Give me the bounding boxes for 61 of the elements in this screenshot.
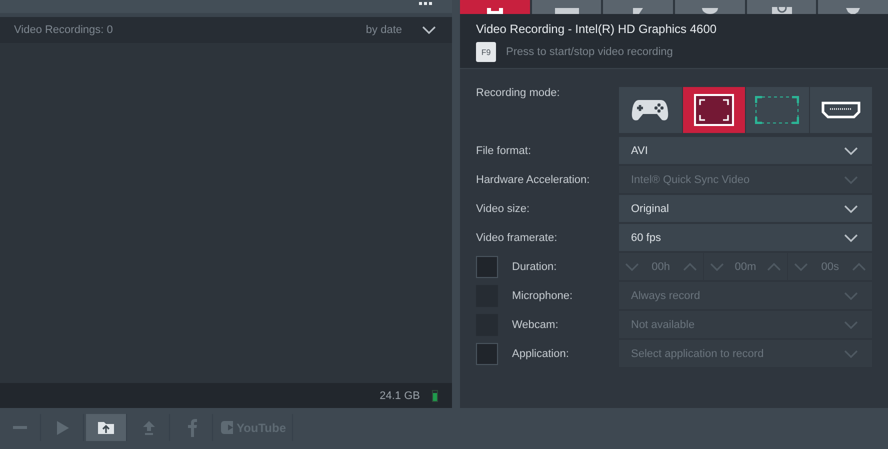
recordings-count: Video Recordings: 0	[14, 24, 113, 36]
chevron-down-icon	[844, 146, 858, 154]
facebook-icon	[188, 418, 196, 436]
option-dropdown[interactable]: Select application to record	[619, 340, 872, 367]
chevron-up-icon	[852, 262, 866, 270]
option-label: Webcam:	[512, 318, 560, 330]
option-label: Microphone:	[512, 290, 574, 302]
hotkey-key: F9	[476, 42, 496, 62]
chevron-down-icon	[844, 292, 858, 300]
checkbox[interactable]	[476, 342, 498, 364]
chevron-down-icon	[844, 176, 858, 184]
play-icon	[57, 420, 69, 434]
play-icon	[221, 421, 234, 434]
chevron-down-icon	[844, 204, 858, 212]
setting-dropdown[interactable]: 60 fps	[619, 224, 872, 251]
setting-label: Recording mode:	[476, 87, 561, 99]
storage-size: 24.1 GB	[380, 390, 420, 402]
checkbox[interactable]	[476, 256, 498, 278]
chevron-down-icon	[844, 320, 858, 328]
hdmi-port-icon	[820, 100, 861, 120]
option-label: Duration:	[512, 260, 558, 272]
chevron-down-icon	[844, 234, 858, 242]
chevron-down-icon	[844, 350, 858, 358]
live-tab[interactable]	[532, 0, 602, 14]
sort-dropdown[interactable]: by date	[366, 24, 436, 36]
upload-icon	[143, 420, 155, 434]
setting-dropdown[interactable]: AVI	[619, 137, 872, 164]
region-mode-button[interactable]	[746, 87, 808, 133]
folder-button[interactable]	[86, 414, 127, 441]
setting-label: File format:	[476, 144, 532, 156]
minus-icon	[13, 426, 27, 430]
film-tab[interactable]	[460, 0, 530, 14]
time-spinner[interactable]: 00h	[619, 253, 703, 280]
camera-tab[interactable]	[746, 0, 816, 14]
setting-label: Hardware Acceleration:	[476, 174, 591, 186]
gear-tab[interactable]	[818, 0, 888, 14]
folder-icon	[98, 421, 114, 434]
chevron-down-icon	[794, 262, 808, 270]
option-label: Application:	[512, 348, 570, 360]
setting-label: Video framerate:	[476, 232, 558, 244]
setting-label: Video size:	[476, 202, 531, 214]
fullscreen-mode-button[interactable]	[682, 87, 745, 133]
battery-icon	[432, 390, 438, 402]
chevron-down-icon	[710, 262, 724, 270]
chevron-up-icon	[767, 262, 782, 270]
hdmi-mode-button[interactable]	[810, 87, 872, 133]
clock-tab[interactable]	[675, 0, 745, 14]
chevron-up-icon	[682, 262, 697, 270]
chevron-down-icon	[625, 262, 639, 270]
more-icon[interactable]	[419, 2, 432, 5]
gamepad-mode-button[interactable]	[619, 87, 682, 133]
hotkey-hint: Press to start/stop video recording	[506, 46, 673, 58]
time-spinner[interactable]: 00s	[788, 253, 872, 280]
recording-title: Video Recording - Intel(R) HD Graphics 4600	[476, 22, 718, 36]
time-spinner[interactable]: 00m	[704, 253, 788, 280]
fullscreen-icon	[694, 94, 734, 126]
chevron-down-icon	[422, 26, 436, 34]
speaker-tab[interactable]	[603, 0, 674, 14]
gamepad-icon	[631, 98, 670, 122]
region-select-icon	[755, 96, 800, 124]
setting-dropdown[interactable]: Original	[619, 195, 872, 222]
